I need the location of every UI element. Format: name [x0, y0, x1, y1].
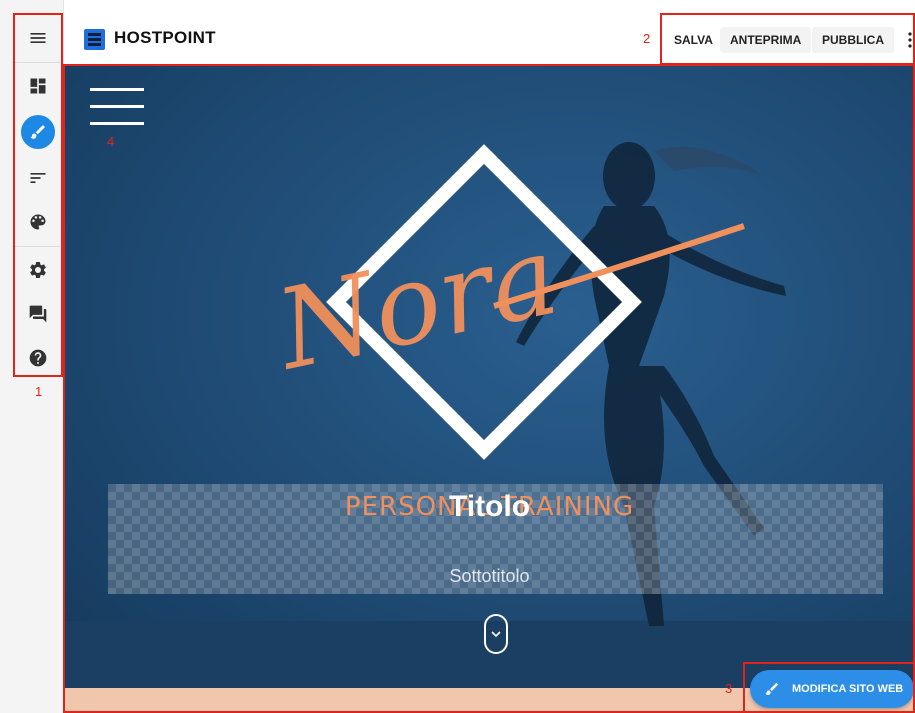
annotation-frame-topbar — [660, 13, 915, 65]
annotation-frame-sidebar — [13, 13, 63, 377]
hostpoint-logo-icon — [84, 29, 105, 50]
annotation-number: 1 — [35, 384, 43, 399]
website-editor: HOSTPOINT SALVA ANTEPRIMA PUBBLICA Nora … — [0, 0, 915, 713]
annotation-frame-preview — [63, 64, 915, 713]
logo-text: HOSTPOINT — [114, 28, 216, 47]
annotation-number: 4 — [107, 134, 115, 149]
annotation-number: 2 — [643, 31, 651, 46]
